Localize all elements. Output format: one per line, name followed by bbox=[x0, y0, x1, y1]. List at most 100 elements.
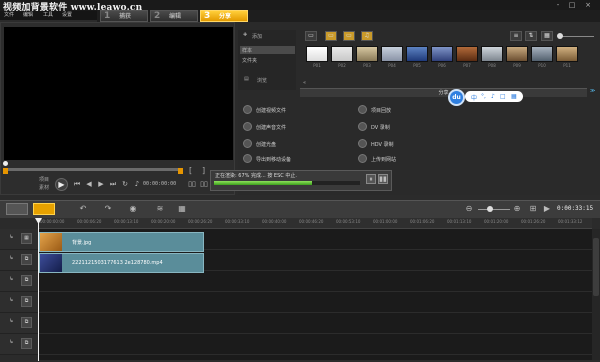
audio-file-icon[interactable] bbox=[243, 122, 252, 131]
library-thumbnail[interactable] bbox=[331, 46, 353, 62]
browse-label[interactable]: 浏览 bbox=[257, 77, 267, 84]
timeline-view-button[interactable] bbox=[33, 203, 55, 215]
share-create-audio[interactable]: 创建声音文件 bbox=[256, 124, 286, 131]
library-thumbnail[interactable] bbox=[431, 46, 453, 62]
share-header[interactable]: 分享 bbox=[300, 88, 587, 97]
record-capture-icon[interactable]: ◉ bbox=[128, 203, 138, 215]
library-thumbnail[interactable] bbox=[356, 46, 378, 62]
stop-render-icon[interactable]: ▮▮ bbox=[378, 174, 388, 184]
playback-icon[interactable] bbox=[358, 105, 367, 114]
menu-tools[interactable]: 工具 bbox=[43, 11, 53, 20]
library-item-folder[interactable]: 文件夹 bbox=[242, 57, 257, 64]
snapshot-icon[interactable]: ▯▯ bbox=[200, 180, 208, 188]
dv-record-icon[interactable] bbox=[358, 122, 367, 131]
share-upload-web[interactable]: 上传到网站 bbox=[371, 156, 396, 163]
fit-project-icon[interactable]: ⊞ bbox=[528, 203, 538, 215]
baidu-punct-icon[interactable]: °, bbox=[481, 93, 486, 100]
mode-clip[interactable]: 素材 bbox=[39, 184, 49, 191]
play-button[interactable]: ▶ bbox=[55, 178, 68, 191]
zoom-slider[interactable] bbox=[478, 209, 510, 210]
maximize-button[interactable]: □ bbox=[566, 1, 578, 9]
share-export-mobile[interactable]: 导出到移动设备 bbox=[256, 156, 291, 163]
track-visibility-icon[interactable]: ↳ bbox=[6, 275, 17, 286]
thumb-size-icon[interactable]: ▦ bbox=[541, 31, 553, 41]
video-track-icon[interactable]: ▦ bbox=[21, 233, 32, 244]
menu-file[interactable]: 文件 bbox=[4, 11, 14, 20]
overlay-track-icon[interactable]: ⧉ bbox=[21, 254, 32, 265]
video-file-icon[interactable] bbox=[243, 105, 252, 114]
image-filter-icon[interactable]: ▭ bbox=[343, 31, 355, 41]
library-item-samples[interactable]: 样本 bbox=[242, 47, 252, 54]
timeline-clip-image[interactable] bbox=[39, 232, 204, 252]
trim-end-handle[interactable] bbox=[178, 168, 183, 174]
pause-render-icon[interactable]: ⏸ bbox=[366, 174, 376, 184]
undo-icon[interactable]: ↶ bbox=[78, 203, 88, 215]
tab-share[interactable]: 3 分享 bbox=[200, 10, 248, 22]
prev-frame-icon[interactable]: ◀ bbox=[85, 180, 93, 188]
library-thumbnail[interactable] bbox=[406, 46, 428, 62]
trim-start-handle[interactable] bbox=[3, 168, 8, 174]
mobile-device-icon[interactable] bbox=[243, 154, 252, 163]
baidu-grid-icon[interactable]: ▦ bbox=[511, 93, 517, 100]
track-visibility-icon[interactable]: ↳ bbox=[6, 296, 17, 307]
overlay-track-icon[interactable]: ⧉ bbox=[21, 338, 32, 349]
audio-mixer-icon[interactable]: ≋ bbox=[155, 203, 165, 215]
baidu-screen-icon[interactable]: □ bbox=[500, 93, 506, 100]
overlay-track-icon[interactable]: ⧉ bbox=[21, 296, 32, 307]
repeat-icon[interactable]: ↻ bbox=[121, 180, 129, 188]
library-thumbnail[interactable] bbox=[506, 46, 528, 62]
zoom-knob[interactable] bbox=[487, 206, 493, 212]
disc-icon[interactable] bbox=[243, 139, 252, 148]
split-icon[interactable]: ▯▯ bbox=[188, 180, 196, 188]
collapse-icon[interactable]: « bbox=[303, 80, 306, 86]
expand-icon[interactable]: ≫ bbox=[590, 88, 595, 94]
overlay-track-icon[interactable]: ⧉ bbox=[21, 275, 32, 286]
share-hdv-record[interactable]: HDV 录制 bbox=[371, 141, 394, 148]
share-create-disc[interactable]: 创建光盘 bbox=[256, 141, 276, 148]
hdv-record-icon[interactable] bbox=[358, 139, 367, 148]
audio-filter-icon[interactable]: ♫ bbox=[361, 31, 373, 41]
share-dv-record[interactable]: DV 录制 bbox=[371, 124, 390, 131]
add-folder-label[interactable]: 添加 bbox=[252, 33, 262, 40]
zoom-out-icon[interactable]: ⊖ bbox=[465, 203, 473, 215]
sort-icon[interactable]: ⇅ bbox=[525, 31, 537, 41]
end-icon[interactable]: ⏭ bbox=[109, 180, 117, 188]
library-thumbnail[interactable] bbox=[456, 46, 478, 62]
track-visibility-icon[interactable]: ↳ bbox=[6, 317, 17, 328]
list-view-icon[interactable]: ≡ bbox=[510, 31, 522, 41]
track-visibility-icon[interactable]: ↳ bbox=[6, 233, 17, 244]
thumb-size-slider[interactable] bbox=[558, 36, 594, 37]
mark-out-button[interactable]: ] bbox=[202, 166, 205, 175]
home-icon[interactable]: ⏮ bbox=[73, 180, 81, 188]
share-create-video[interactable]: 创建视频文件 bbox=[256, 107, 286, 114]
next-frame-icon[interactable]: ▶ bbox=[97, 180, 105, 188]
play-timeline-icon[interactable]: ▶ bbox=[542, 203, 552, 215]
upload-icon[interactable] bbox=[358, 154, 367, 163]
redo-icon[interactable]: ↷ bbox=[103, 203, 113, 215]
close-button[interactable]: × bbox=[582, 1, 594, 9]
library-thumbnail[interactable] bbox=[556, 46, 578, 62]
scrubber-knob[interactable] bbox=[3, 161, 8, 166]
library-thumbnail[interactable] bbox=[481, 46, 503, 62]
track-row[interactable] bbox=[38, 334, 592, 355]
timeline-timecode[interactable]: 0:00:33:15 bbox=[557, 205, 593, 212]
share-project-playback[interactable]: 项目回放 bbox=[371, 107, 391, 114]
add-icon[interactable]: ✚ bbox=[243, 32, 247, 38]
playhead[interactable] bbox=[38, 218, 39, 361]
overlay-track-icon[interactable]: ⧉ bbox=[21, 317, 32, 328]
storyboard-view-button[interactable] bbox=[6, 203, 28, 215]
library-thumbnail[interactable] bbox=[381, 46, 403, 62]
mark-in-button[interactable]: [ bbox=[189, 166, 192, 175]
minimize-button[interactable]: - bbox=[552, 1, 564, 9]
preview-timecode[interactable]: 00:00:00:00 bbox=[143, 181, 176, 187]
track-row[interactable] bbox=[38, 313, 592, 334]
mode-project[interactable]: 项目 bbox=[39, 176, 49, 183]
scrubber-track[interactable] bbox=[5, 168, 181, 171]
track-visibility-icon[interactable]: ↳ bbox=[6, 338, 17, 349]
folder-icon[interactable]: ▭ bbox=[305, 31, 317, 41]
track-row[interactable] bbox=[38, 271, 592, 292]
library-thumbnail[interactable] bbox=[531, 46, 553, 62]
baidu-chinese-icon[interactable]: 中 bbox=[471, 93, 477, 102]
baidu-voice-icon[interactable]: ♪ bbox=[491, 93, 495, 100]
tab-capture[interactable]: 1 捕获 bbox=[100, 10, 148, 22]
